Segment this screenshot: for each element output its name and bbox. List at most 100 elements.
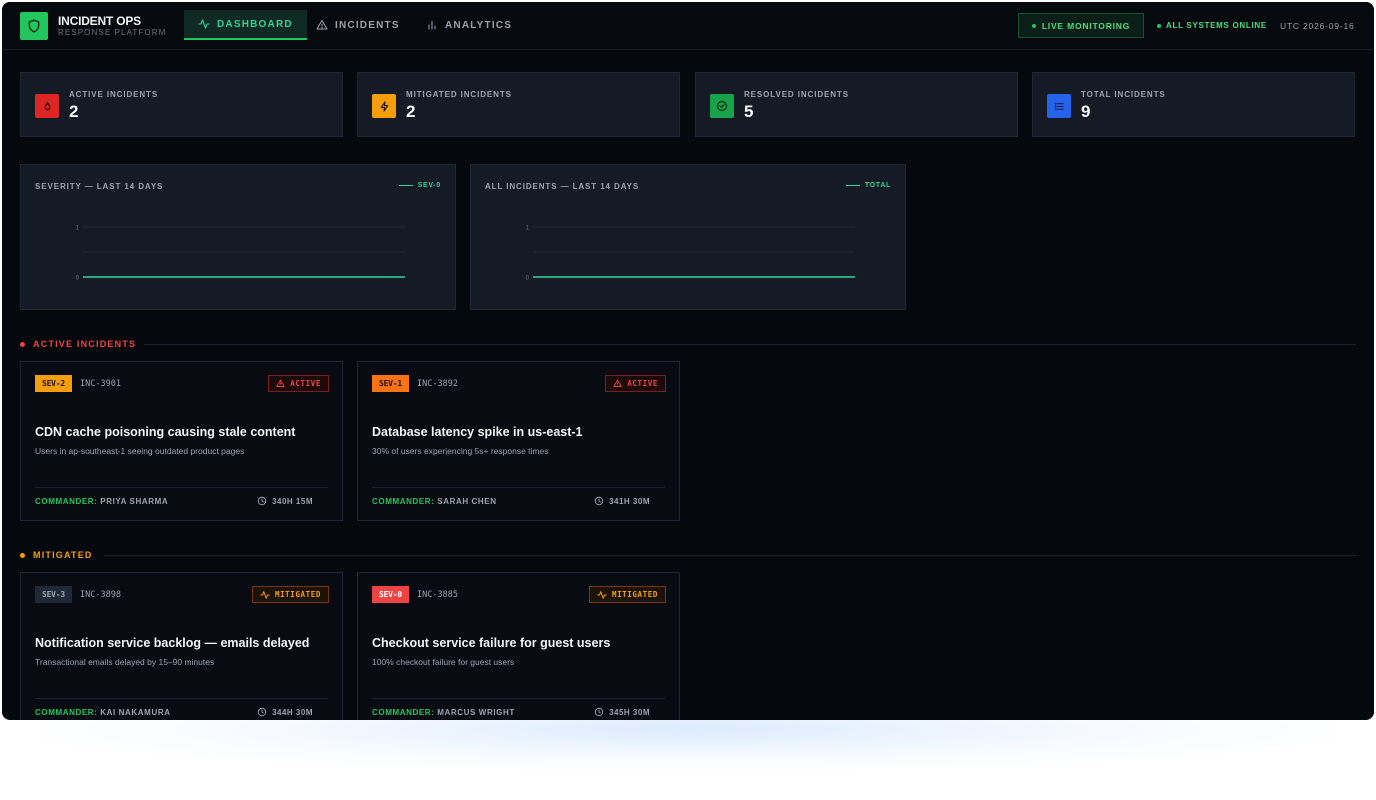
top-header: INCIDENT OPS RESPONSE PLATFORM DASHBOARD…	[2, 2, 1374, 50]
commander-label: COMMANDER:	[372, 708, 435, 717]
incident-commander: COMMANDER: KAI NAKAMURA	[35, 708, 171, 717]
incident-duration: 340H 15M	[257, 496, 313, 506]
commander-name: SARAH CHEN	[437, 497, 497, 506]
all-incidents-chart: 10	[526, 226, 855, 282]
card-divider	[35, 698, 328, 699]
warning-icon	[613, 379, 622, 387]
y-tick-label: 0	[526, 276, 530, 282]
section-active-label: ACTIVE INCIDENTS	[33, 339, 137, 349]
commander-label: COMMANDER:	[35, 708, 98, 717]
status-label: ACTIVE	[290, 379, 321, 388]
status-badge: MITIGATED	[251, 586, 329, 603]
severity-badge: SEV-2	[35, 375, 72, 392]
stat-card-total: TOTAL INCIDENTS 9	[1032, 72, 1355, 137]
brand-title: INCIDENT OPS	[58, 14, 141, 28]
nav-dashboard[interactable]: DASHBOARD	[184, 10, 307, 40]
incident-id: INC-3901	[80, 379, 121, 389]
incident-id: INC-3892	[417, 379, 458, 389]
live-monitoring-button[interactable]: LIVE MONITORING	[1018, 13, 1144, 38]
incident-card[interactable]: SEV-2 INC-3901 ACTIVE CDN cache poisonin…	[20, 361, 343, 521]
incident-commander: COMMANDER: PRIYA SHARMA	[35, 497, 168, 506]
incident-card[interactable]: SEV-3 INC-3898 MITIGATED Notification se…	[20, 572, 343, 720]
duration-label: 344H 30M	[272, 707, 313, 717]
live-dot-icon	[1031, 23, 1036, 28]
stat-card-mitigated: MITIGATED INCIDENTS 2	[357, 72, 680, 137]
activity-icon	[260, 590, 270, 599]
severity-badge: SEV-1	[372, 375, 409, 392]
incident-title[interactable]: Notification service backlog — emails de…	[35, 636, 309, 650]
live-monitoring-label: LIVE MONITORING	[1041, 20, 1131, 31]
nav-analytics-label: ANALYTICS	[445, 19, 513, 31]
status-label: MITIGATED	[274, 590, 321, 599]
status-badge: MITIGATED	[588, 586, 666, 603]
status-dot-icon	[1157, 23, 1161, 28]
stat-label: TOTAL INCIDENTS	[1081, 90, 1166, 99]
stat-card-resolved: RESOLVED INCIDENTS 5	[695, 72, 1018, 137]
clock-icon	[257, 707, 267, 717]
severity-chart: 10	[76, 226, 405, 282]
section-dot-icon	[20, 341, 25, 347]
incident-description: Transactional emails delayed by 15–90 mi…	[35, 657, 215, 667]
incident-commander: COMMANDER: MARCUS WRIGHT	[372, 708, 515, 717]
chart-card-all-incidents: ALL INCIDENTS — LAST 14 DAYS TOTAL 10	[470, 164, 906, 310]
duration-label: 341H 30M	[609, 496, 650, 506]
status-label: ACTIVE	[627, 379, 658, 388]
section-divider	[104, 555, 1356, 556]
severity-badge: SEV-3	[35, 586, 72, 603]
nav-incidents-label: INCIDENTS	[335, 19, 400, 31]
severity-badge: SEV-0	[372, 586, 409, 603]
status-badge: ACTIVE	[605, 375, 666, 392]
commander-name: MARCUS WRIGHT	[437, 708, 515, 717]
stat-value: 2	[69, 102, 79, 121]
incident-title[interactable]: Checkout service failure for guest users	[372, 636, 610, 650]
system-status-label: ALL SYSTEMS ONLINE	[1166, 21, 1267, 30]
warning-icon	[276, 379, 285, 387]
stat-value: 2	[406, 102, 416, 121]
section-dot-icon	[20, 552, 25, 558]
status-label: MITIGATED	[611, 590, 658, 599]
activity-icon	[597, 590, 607, 599]
incident-card[interactable]: SEV-1 INC-3892 ACTIVE Database latency s…	[357, 361, 680, 521]
check-circle-icon	[710, 94, 734, 118]
card-divider	[35, 487, 328, 488]
nav-analytics[interactable]: ANALYTICS	[412, 10, 526, 40]
card-divider	[372, 698, 665, 699]
section-divider	[144, 344, 1356, 345]
section-active-header: ACTIVE INCIDENTS	[20, 338, 136, 350]
commander-label: COMMANDER:	[35, 497, 98, 506]
incident-description: 100% checkout failure for guest users	[372, 657, 515, 667]
section-mitigated-header: MITIGATED	[20, 549, 93, 561]
flame-icon	[35, 94, 59, 118]
clock-icon	[257, 496, 267, 506]
clock-icon	[594, 707, 604, 717]
incident-id: INC-3885	[417, 590, 458, 600]
incident-title[interactable]: Database latency spike in us-east-1	[372, 425, 583, 439]
card-divider	[372, 487, 665, 488]
commander-label: COMMANDER:	[372, 497, 435, 506]
stat-card-active: ACTIVE INCIDENTS 2	[20, 72, 343, 137]
y-tick-label: 1	[526, 226, 530, 232]
incident-card[interactable]: SEV-0 INC-3885 MITIGATED Checkout servic…	[357, 572, 680, 720]
y-tick-label: 0	[76, 276, 80, 282]
incident-title[interactable]: CDN cache poisoning causing stale conten…	[35, 425, 295, 439]
stat-label: MITIGATED INCIDENTS	[406, 90, 512, 99]
bar-chart-icon	[428, 21, 436, 30]
nav-incidents[interactable]: INCIDENTS	[302, 10, 414, 40]
app-window: INCIDENT OPS RESPONSE PLATFORM DASHBOARD…	[2, 2, 1374, 720]
commander-name: KAI NAKAMURA	[100, 708, 171, 717]
incident-commander: COMMANDER: SARAH CHEN	[372, 497, 497, 506]
clock-icon	[594, 496, 604, 506]
activity-icon	[198, 19, 210, 29]
list-icon	[1047, 94, 1071, 118]
incident-id: INC-3898	[80, 590, 121, 600]
nav-dashboard-label: DASHBOARD	[217, 18, 293, 30]
utc-date: UTC 2026-09-16	[1280, 21, 1355, 31]
stat-label: RESOLVED INCIDENTS	[744, 90, 849, 99]
bolt-icon	[372, 94, 396, 118]
section-mitigated-label: MITIGATED	[33, 550, 93, 560]
commander-name: PRIYA SHARMA	[100, 497, 169, 506]
warning-icon	[316, 20, 328, 30]
y-tick-label: 1	[76, 226, 80, 232]
shield-icon	[20, 12, 48, 40]
incident-duration: 345H 30M	[594, 707, 650, 717]
